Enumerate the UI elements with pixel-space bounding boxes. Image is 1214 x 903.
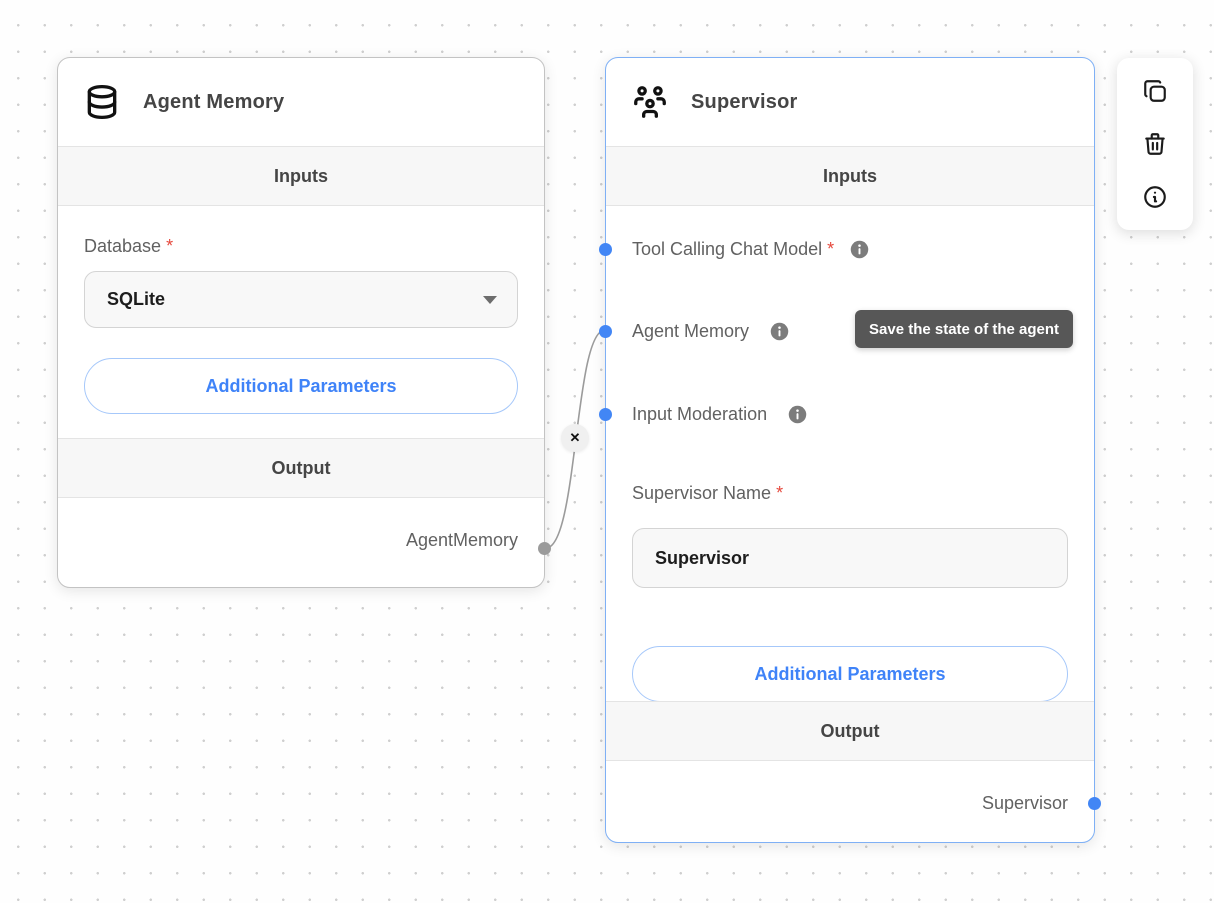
tool-calling-chat-model-handle[interactable] [599, 243, 612, 256]
database-icon [83, 83, 121, 121]
node-title: Agent Memory [143, 91, 284, 114]
agent-memory-handle[interactable] [599, 325, 612, 338]
node-title: Supervisor [691, 91, 797, 114]
info-icon[interactable] [787, 404, 808, 425]
required-marker: * [776, 483, 783, 503]
required-marker: * [166, 236, 173, 256]
anchor-row-agent-memory: Agent Memory [632, 314, 790, 348]
supervisor-name-label: Supervisor Name* [632, 483, 783, 504]
database-select[interactable]: SQLite [84, 271, 518, 328]
anchor-row-input-moderation: Input Moderation [632, 397, 808, 431]
inputs-section-header: Inputs [58, 146, 544, 206]
input-moderation-handle[interactable] [599, 408, 612, 421]
supervisor-name-input[interactable] [632, 528, 1068, 588]
database-select-value: SQLite [107, 289, 165, 310]
additional-parameters-button[interactable]: Additional Parameters [632, 646, 1068, 702]
output-anchor-row: AgentMemory [58, 498, 544, 582]
anchor-label: Tool Calling Chat Model* [632, 239, 834, 260]
duplicate-icon[interactable] [1142, 78, 1168, 104]
required-marker: * [827, 239, 834, 259]
chevron-down-icon [483, 296, 497, 304]
output-section-header: Output [58, 438, 544, 498]
supervisor-node[interactable]: Supervisor Inputs Tool Calling Chat Mode… [605, 57, 1095, 843]
info-icon[interactable] [1142, 184, 1168, 210]
info-icon[interactable] [769, 321, 790, 342]
output-anchor-label: Supervisor [982, 793, 1068, 814]
output-anchor-row: Supervisor [606, 783, 1094, 823]
output-section-header: Output [606, 701, 1094, 761]
agent-memory-node[interactable]: Agent Memory Inputs Database* SQLite Add… [57, 57, 545, 588]
anchor-label: Agent Memory [632, 321, 754, 342]
agentmemory-output-handle[interactable] [538, 542, 551, 555]
users-group-icon [631, 83, 669, 121]
inputs-section-header: Inputs [606, 146, 1094, 206]
database-field-label: Database* [84, 236, 544, 257]
additional-parameters-button[interactable]: Additional Parameters [84, 358, 518, 414]
node-toolbar [1117, 58, 1193, 230]
edge-delete-button[interactable]: ✕ [561, 424, 589, 452]
info-icon[interactable] [849, 239, 870, 260]
agent-memory-node-header: Agent Memory [58, 58, 544, 146]
delete-icon[interactable] [1142, 131, 1168, 157]
supervisor-node-header: Supervisor [606, 58, 1094, 146]
flow-canvas[interactable]: Agent Memory Inputs Database* SQLite Add… [0, 0, 1214, 903]
anchor-row-tool-calling-chat-model: Tool Calling Chat Model* [632, 232, 870, 266]
supervisor-output-handle[interactable] [1088, 797, 1101, 810]
anchor-label: Input Moderation [632, 404, 772, 425]
output-anchor-label: AgentMemory [406, 530, 518, 551]
agent-memory-tooltip: Save the state of the agent [855, 310, 1073, 348]
